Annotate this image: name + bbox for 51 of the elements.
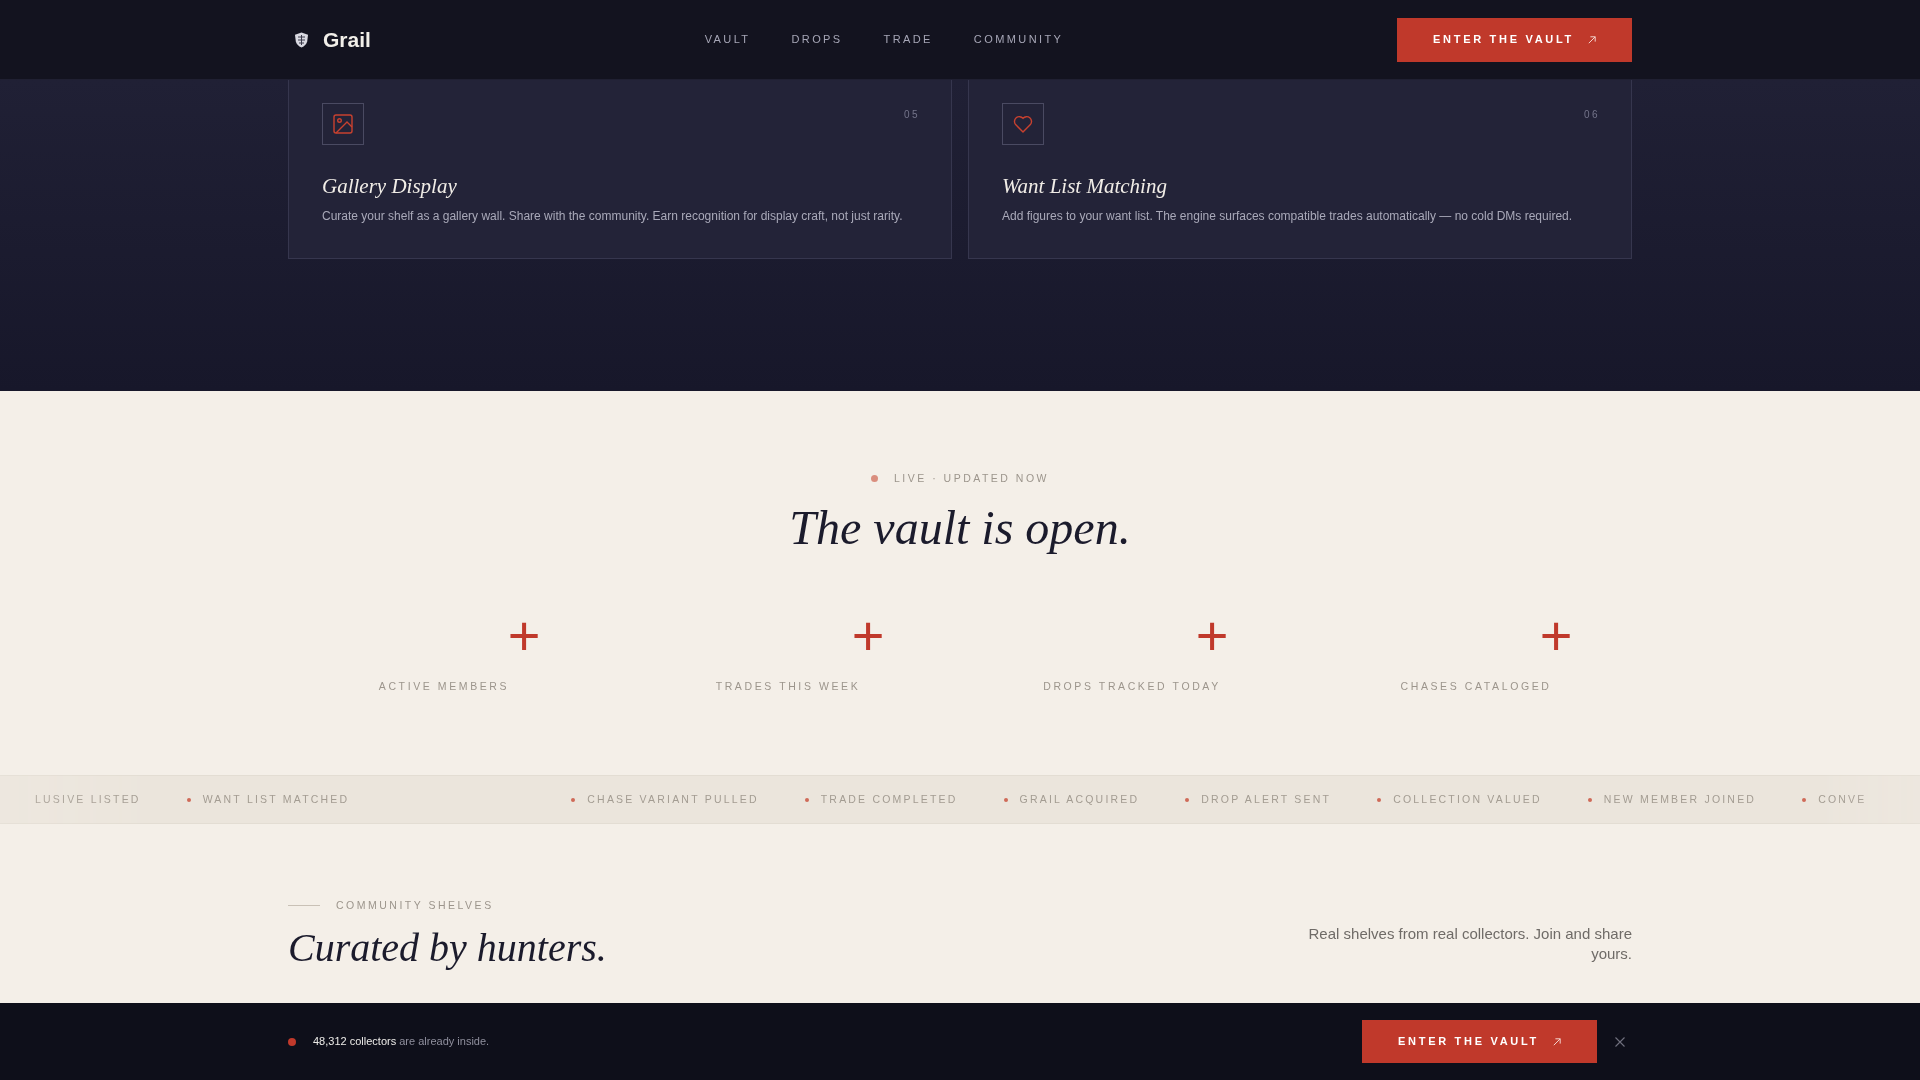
- ticker-item: GRAIL ACQUIRED: [1019, 791, 1140, 807]
- ticker-item: LUSIVE LISTED: [35, 791, 141, 807]
- collectors-count-text: 48,312 collectors are already inside.: [313, 1034, 490, 1050]
- brand-name[interactable]: Grail: [323, 23, 371, 56]
- arrow-icon: [1553, 1037, 1561, 1046]
- nav-link[interactable]: TRADE: [883, 31, 933, 48]
- feature-number: 06: [1584, 108, 1600, 122]
- ticker-item: WANT LIST MATCHED: [202, 791, 350, 807]
- feature-description: Add figures to your want list. The engine surfaces compatible trades automatically — no cold DMs required.: [1002, 208, 1574, 226]
- ticker-item: NEW MEMBER JOINED: [1603, 791, 1757, 807]
- nav-link[interactable]: COMMUNITY: [973, 31, 1064, 48]
- image-icon: [322, 103, 364, 145]
- shield-icon: [294, 31, 309, 48]
- ticker-item: DROP ALERT SENT: [1201, 791, 1332, 807]
- stat-value: +: [1195, 608, 1229, 665]
- stat-label: ACTIVE MEMBERS: [377, 679, 511, 695]
- stat-label: DROPS TRACKED TODAY: [1042, 679, 1222, 695]
- stat-label: TRADES THIS WEEK: [714, 679, 862, 695]
- ticker-item: CONVE: [1818, 791, 1867, 807]
- dot-icon: [1802, 797, 1807, 802]
- stat-label: CHASES CATALOGED: [1399, 679, 1553, 695]
- dot-icon: [1003, 797, 1008, 802]
- section-heading: Curated by hunters.: [288, 923, 607, 972]
- dot-icon: [186, 797, 191, 802]
- feature-description: Curate your shelf as a gallery wall. Share with the community. Earn recognition for display craft, not just rarity.: [322, 208, 904, 226]
- nav-link[interactable]: VAULT: [704, 31, 751, 48]
- arrow-icon: [1588, 35, 1596, 44]
- close-icon[interactable]: [1615, 1036, 1625, 1047]
- dot-icon: [804, 797, 809, 802]
- stat-value: +: [851, 608, 885, 665]
- section-heading: The vault is open.: [788, 499, 1132, 556]
- enter-vault-button[interactable]: ENTER THE VAULT: [1397, 17, 1632, 62]
- feature-number: 05: [904, 108, 920, 122]
- section-description: Real shelves from real collectors. Join and share yours.: [1307, 923, 1632, 964]
- section-eyebrow: COMMUNITY SHELVES: [336, 898, 494, 914]
- nav-link[interactable]: DROPS: [791, 31, 843, 48]
- stat-value: +: [507, 608, 541, 665]
- stat-value: +: [1539, 608, 1573, 665]
- ticker-item: COLLECTION VALUED: [1393, 791, 1542, 807]
- feature-title: Gallery Display: [322, 174, 458, 200]
- ticker-item: TRADE COMPLETED: [820, 791, 958, 807]
- dot-icon: [1185, 797, 1190, 802]
- feature-title: Want List Matching: [1002, 174, 1168, 200]
- live-status-label: LIVE · UPDATED NOW: [893, 471, 1050, 486]
- dot-icon: [571, 797, 576, 802]
- dot-icon: [1587, 797, 1592, 802]
- enter-vault-button[interactable]: ENTER THE VAULT: [1362, 1020, 1597, 1063]
- status-dot-icon: [288, 1037, 296, 1046]
- ticker-item: CHASE VARIANT PULLED: [587, 791, 759, 807]
- live-dot-icon: [870, 475, 878, 483]
- dot-icon: [1377, 797, 1382, 802]
